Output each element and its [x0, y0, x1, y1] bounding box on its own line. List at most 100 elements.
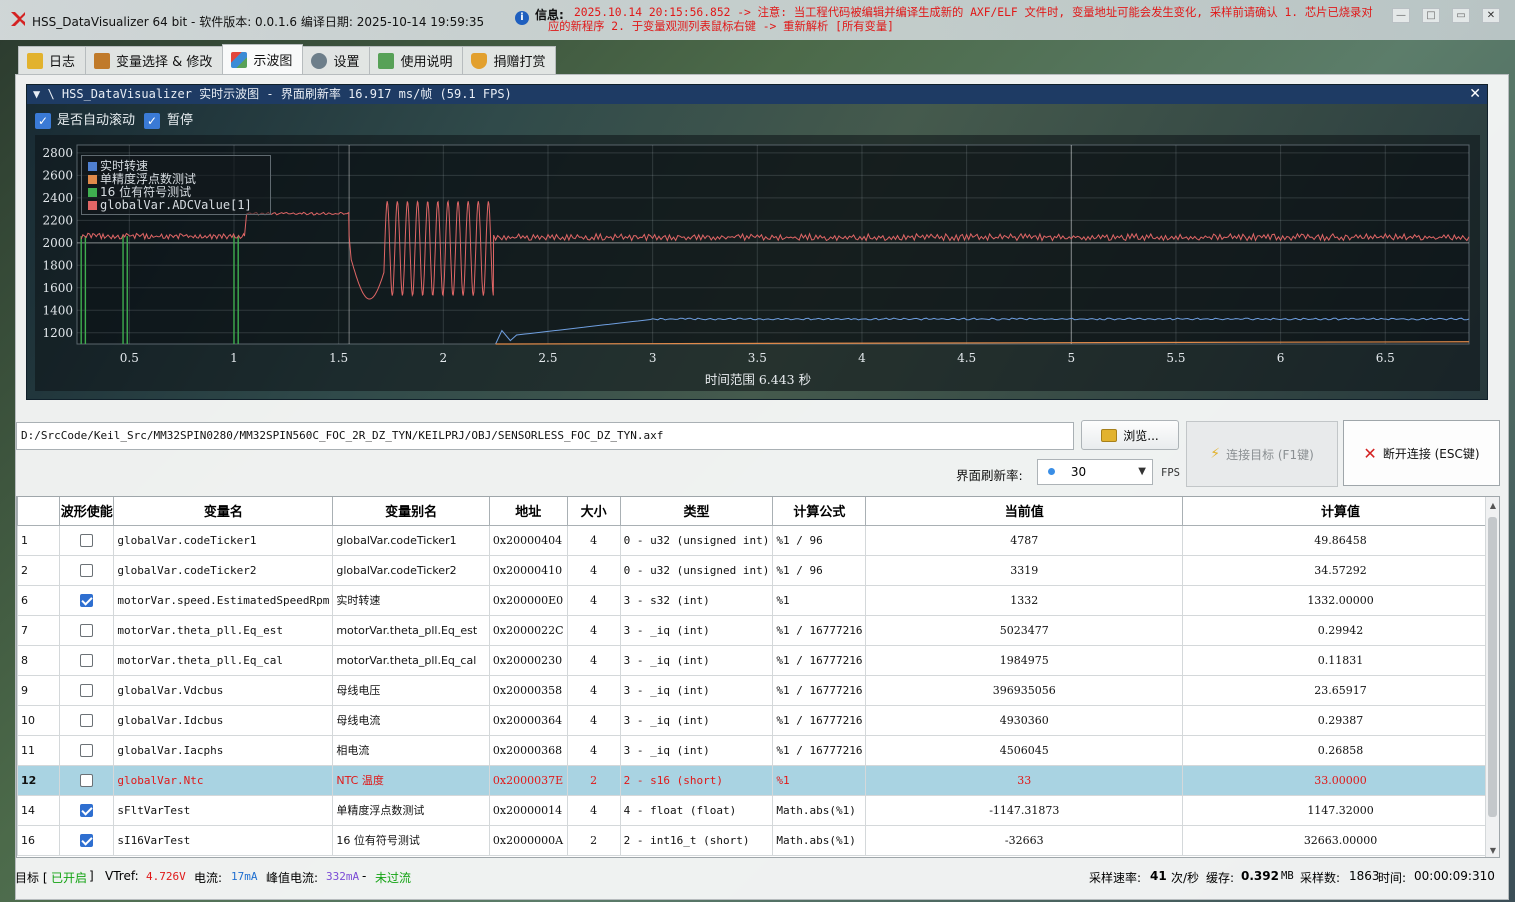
cell-address[interactable]: 0x20000404	[488, 524, 568, 556]
maximize-button[interactable]: ▭	[1452, 8, 1470, 23]
cell-formula[interactable]: %1 / 96	[772, 554, 867, 586]
cell-index[interactable]: 1	[17, 524, 61, 556]
wave-enable-checkbox[interactable]	[80, 593, 94, 607]
cell-alias[interactable]: NTC 温度	[332, 764, 490, 796]
auto-scroll-checkbox[interactable]: ✓	[35, 113, 51, 129]
cell-address[interactable]: 0x200000E0	[488, 584, 568, 616]
cell-address[interactable]: 0x20000230	[488, 644, 568, 676]
cell-size[interactable]: 2	[566, 764, 621, 796]
cell-alias[interactable]: motorVar.theta_pll.Eq_est	[332, 614, 490, 646]
connect-target-button[interactable]: ⚡ 连接目标 (F1键)	[1186, 421, 1338, 487]
tab-settings[interactable]: 设置	[302, 46, 371, 74]
cell-formula[interactable]: %1 / 16777216	[772, 734, 867, 766]
wave-enable-checkbox[interactable]	[80, 833, 94, 847]
cell-type[interactable]: 3 - _iq (int)	[619, 704, 774, 736]
axf-path-input[interactable]: D:/SrcCode/Keil_Src/MM32SPIN0280/MM32SPI…	[16, 422, 1074, 450]
cell-size[interactable]: 4	[566, 794, 621, 826]
cell-size[interactable]: 4	[566, 524, 621, 556]
cell-address[interactable]: 0x20000014	[488, 794, 568, 826]
col-header-current[interactable]: 当前值	[865, 497, 1184, 526]
wave-enable-checkbox[interactable]	[80, 653, 94, 667]
cell-type[interactable]: 2 - s16 (short)	[619, 764, 774, 796]
cell-var-name[interactable]: globalVar.Idcbus	[113, 704, 334, 736]
cell-size[interactable]: 4	[566, 584, 621, 616]
cell-type[interactable]: 3 - _iq (int)	[619, 734, 774, 766]
cell-formula[interactable]: %1 / 16777216	[772, 704, 867, 736]
col-header-alias[interactable]: 变量别名	[332, 497, 490, 526]
cell-var-name[interactable]: motorVar.theta_pll.Eq_est	[113, 614, 334, 646]
cell-calc-value[interactable]: 32663.00000	[1182, 824, 1499, 856]
cell-current-value[interactable]: 5023477	[865, 614, 1184, 646]
cell-var-name[interactable]: globalVar.Ntc	[113, 764, 334, 796]
cell-index[interactable]: 11	[17, 734, 61, 766]
cell-alias[interactable]: 母线电压	[332, 674, 490, 706]
wave-enable-checkbox[interactable]	[80, 803, 94, 817]
cell-var-name[interactable]: motorVar.speed.EstimatedSpeedRpm	[113, 584, 334, 616]
cell-address[interactable]: 0x20000368	[488, 734, 568, 766]
cell-calc-value[interactable]: 0.26858	[1182, 734, 1499, 766]
cell-index[interactable]: 12	[17, 764, 61, 796]
cell-calc-value[interactable]: 0.29387	[1182, 704, 1499, 736]
cell-formula[interactable]: %1	[772, 764, 867, 796]
table-row[interactable]: 1 globalVar.codeTicker1 globalVar.codeTick…	[17, 524, 1499, 556]
cell-size[interactable]: 4	[566, 704, 621, 736]
cell-current-value[interactable]: -32663	[865, 824, 1184, 856]
table-row[interactable]: 11 globalVar.Iacphs 相电流 0x20000368 4 3 - _iq …	[17, 734, 1499, 766]
table-row[interactable]: 2 globalVar.codeTicker2 globalVar.codeTick…	[17, 554, 1499, 586]
cell-formula[interactable]: %1 / 96	[772, 524, 867, 556]
close-button[interactable]: ✕	[1482, 8, 1500, 23]
cell-address[interactable]: 0x20000364	[488, 704, 568, 736]
cell-alias[interactable]: 实时转速	[332, 584, 490, 616]
cell-type[interactable]: 4 - float (float)	[619, 794, 774, 826]
cell-var-name[interactable]: globalVar.codeTicker2	[113, 554, 334, 586]
cell-formula[interactable]: %1 / 16777216	[772, 674, 867, 706]
cell-var-name[interactable]: motorVar.theta_pll.Eq_cal	[113, 644, 334, 676]
cell-calc-value[interactable]: 49.86458	[1182, 524, 1499, 556]
cell-alias[interactable]: 16 位有符号测试	[332, 824, 490, 856]
tab-donate[interactable]: 捐赠打赏	[462, 46, 557, 74]
cell-current-value[interactable]: 4930360	[865, 704, 1184, 736]
wave-enable-checkbox[interactable]	[80, 743, 94, 757]
cell-type[interactable]: 2 - int16_t (short)	[619, 824, 774, 856]
cell-calc-value[interactable]: 1147.32000	[1182, 794, 1499, 826]
cell-address[interactable]: 0x2000000A	[488, 824, 568, 856]
cell-current-value[interactable]: 1984975	[865, 644, 1184, 676]
tab-manual[interactable]: 使用说明	[369, 46, 464, 74]
cell-index[interactable]: 14	[17, 794, 61, 826]
wave-enable-checkbox[interactable]	[80, 623, 94, 637]
cell-size[interactable]: 4	[566, 734, 621, 766]
table-scrollbar[interactable]: ▲ ▼	[1485, 497, 1499, 857]
cell-formula[interactable]: %1	[772, 584, 867, 616]
cell-type[interactable]: 3 - s32 (int)	[619, 584, 774, 616]
scope-close-icon[interactable]: ✕	[1469, 85, 1481, 104]
cell-size[interactable]: 4	[566, 614, 621, 646]
cell-var-name[interactable]: globalVar.Iacphs	[113, 734, 334, 766]
disconnect-button[interactable]: ✕ 断开连接 (ESC键)	[1343, 420, 1500, 486]
cell-calc-value[interactable]: 23.65917	[1182, 674, 1499, 706]
col-header-type[interactable]: 类型	[619, 497, 774, 526]
cell-calc-value[interactable]: 34.57292	[1182, 554, 1499, 586]
cell-index[interactable]: 10	[17, 704, 61, 736]
wave-enable-checkbox[interactable]	[80, 713, 94, 727]
cell-var-name[interactable]: globalVar.Vdcbus	[113, 674, 334, 706]
cell-current-value[interactable]: 33	[865, 764, 1184, 796]
cell-index[interactable]: 7	[17, 614, 61, 646]
browse-button[interactable]: 浏览...	[1081, 420, 1179, 450]
cell-type[interactable]: 3 - _iq (int)	[619, 644, 774, 676]
cell-current-value[interactable]: -1147.31873	[865, 794, 1184, 826]
pause-checkbox[interactable]: ✓	[144, 113, 160, 129]
tab-log[interactable]: 日志	[18, 46, 87, 74]
cell-index[interactable]: 16	[17, 824, 61, 856]
cell-index[interactable]: 6	[17, 584, 61, 616]
tab-variable-select[interactable]: 变量选择 & 修改	[85, 46, 224, 74]
wave-enable-checkbox[interactable]	[80, 533, 94, 547]
cell-address[interactable]: 0x2000022C	[488, 614, 568, 646]
col-header-var-name[interactable]: 变量名	[113, 497, 334, 526]
restore-button[interactable]: □	[1422, 8, 1440, 23]
cell-size[interactable]: 4	[566, 554, 621, 586]
cell-size[interactable]: 4	[566, 644, 621, 676]
refresh-rate-select[interactable]: 30 ▼	[1037, 459, 1153, 485]
tab-oscilloscope[interactable]: 示波图	[222, 44, 304, 74]
cell-size[interactable]: 4	[566, 674, 621, 706]
wave-enable-checkbox[interactable]	[80, 563, 94, 577]
